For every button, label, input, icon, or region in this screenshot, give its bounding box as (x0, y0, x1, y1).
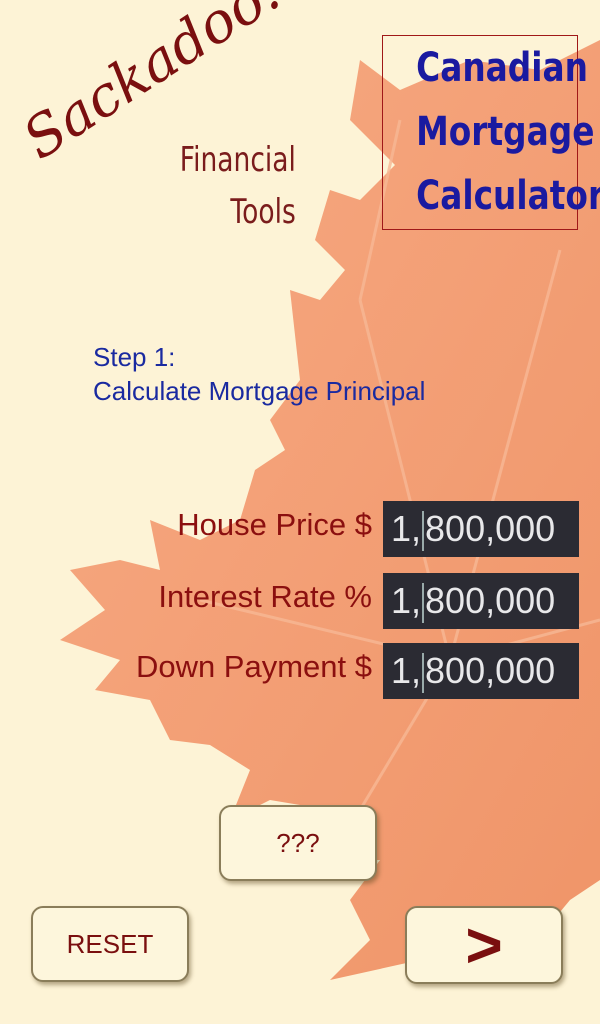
app-title-line2: Mortgage (416, 109, 595, 155)
help-button[interactable]: ??? (219, 805, 377, 881)
interest-rate-label: Interest Rate % (158, 579, 372, 614)
interest-rate-row: Interest Rate % 1, 800,000 (0, 573, 600, 629)
interest-rate-value-start: 1, (391, 580, 422, 621)
step-heading: Step 1: Calculate Mortgage Principal (93, 340, 425, 408)
house-price-input[interactable]: 1, 800,000 (383, 501, 579, 557)
house-price-value-start: 1, (391, 508, 422, 549)
text-caret (422, 653, 425, 694)
down-payment-row: Down Payment $ 1, 800,000 (0, 643, 600, 699)
house-price-value-end: 800,000 (425, 508, 556, 549)
text-caret (422, 583, 425, 624)
interest-rate-input[interactable]: 1, 800,000 (383, 573, 579, 629)
house-price-label: House Price $ (177, 507, 372, 542)
reset-button[interactable]: RESET (31, 906, 189, 982)
down-payment-value-end: 800,000 (425, 650, 556, 691)
next-button[interactable]: > (405, 906, 563, 984)
step-description: Calculate Mortgage Principal (93, 376, 426, 406)
brand-subtitle-financial: Financial (179, 140, 296, 180)
text-caret (422, 511, 425, 552)
interest-rate-value-end: 800,000 (425, 580, 556, 621)
house-price-row: House Price $ 1, 800,000 (0, 501, 600, 557)
app-title-box: Canadian Mortgage Calculator (382, 35, 600, 230)
app-title-line1: Canadian (416, 45, 589, 91)
step-number: Step 1: (93, 342, 176, 372)
down-payment-input[interactable]: 1, 800,000 (383, 643, 579, 699)
brand-subtitle-tools: Tools (230, 192, 296, 232)
down-payment-label: Down Payment $ (135, 649, 372, 684)
down-payment-value-start: 1, (391, 650, 422, 691)
app-title-line3: Calculator (416, 173, 600, 219)
